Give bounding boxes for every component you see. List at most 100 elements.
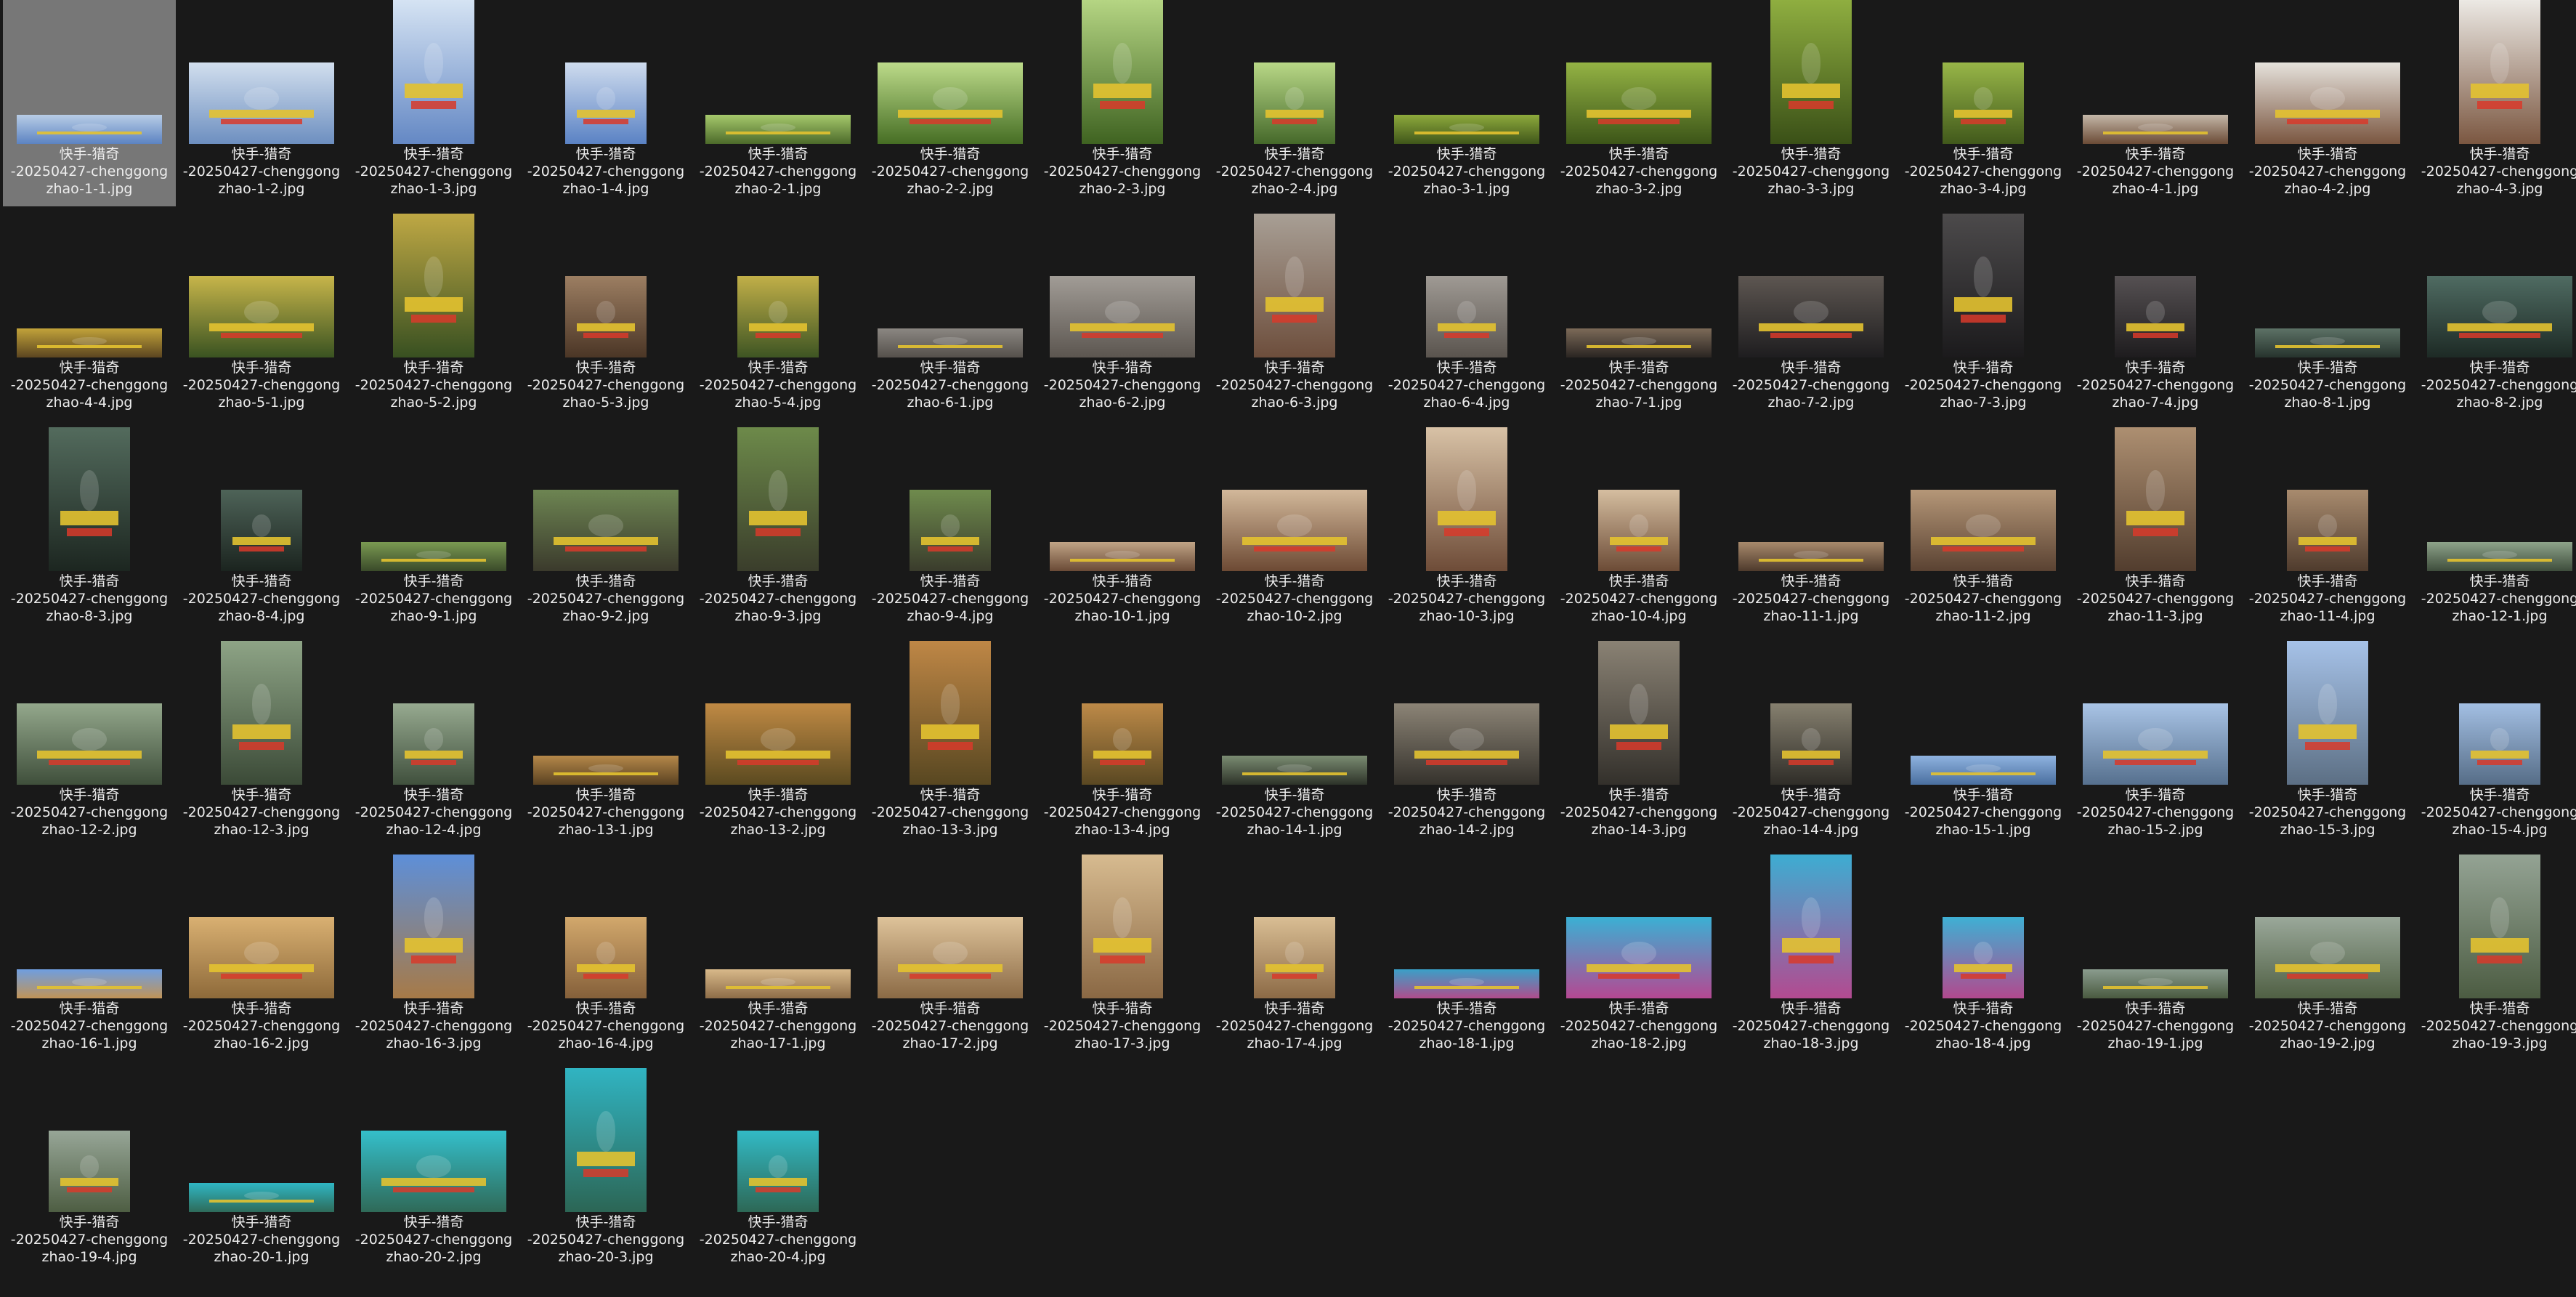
file-item[interactable]: 快手-猎奇 -20250427-chenggong zhao-19-1.jpg [2069,854,2242,1061]
file-item[interactable]: 快手-猎奇 -20250427-chenggong zhao-4-4.jpg [3,214,176,420]
file-item[interactable]: 快手-猎奇 -20250427-chenggong zhao-20-3.jpg [519,1068,692,1274]
file-item[interactable]: 快手-猎奇 -20250427-chenggong zhao-11-2.jpg [1897,427,2070,634]
thumbnail-subject [1973,86,1993,110]
file-item[interactable]: 快手-猎奇 -20250427-chenggong zhao-19-4.jpg [3,1068,176,1274]
file-item[interactable]: 快手-猎奇 -20250427-chenggong zhao-6-2.jpg [1036,214,1209,420]
file-item[interactable]: 快手-猎奇 -20250427-chenggong zhao-8-4.jpg [175,427,348,634]
file-item[interactable]: 快手-猎奇 -20250427-chenggong zhao-7-1.jpg [1552,214,1725,420]
file-item[interactable]: 快手-猎奇 -20250427-chenggong zhao-14-3.jpg [1552,641,1725,847]
file-item[interactable]: 快手-猎奇 -20250427-chenggong zhao-3-1.jpg [1380,0,1553,206]
file-item[interactable]: 快手-猎奇 -20250427-chenggong zhao-13-4.jpg [1036,641,1209,847]
file-item[interactable]: 快手-猎奇 -20250427-chenggong zhao-10-1.jpg [1036,427,1209,634]
file-item[interactable]: 快手-猎奇 -20250427-chenggong zhao-2-3.jpg [1036,0,1209,206]
file-item[interactable]: 快手-猎奇 -20250427-chenggong zhao-11-1.jpg [1725,427,1897,634]
file-name: 快手-猎奇 -20250427-chenggong zhao-2-1.jpg [692,145,864,198]
file-item[interactable]: 快手-猎奇 -20250427-chenggong zhao-13-1.jpg [519,641,692,847]
file-item[interactable]: 快手-猎奇 -20250427-chenggong zhao-10-3.jpg [1380,427,1553,634]
file-item[interactable]: 快手-猎奇 -20250427-chenggong zhao-12-2.jpg [3,641,176,847]
file-item[interactable]: 快手-猎奇 -20250427-chenggong zhao-2-1.jpg [692,0,864,206]
file-item[interactable]: 快手-猎奇 -20250427-chenggong zhao-14-2.jpg [1380,641,1553,847]
file-item[interactable]: 快手-猎奇 -20250427-chenggong zhao-15-3.jpg [2241,641,2414,847]
thumbnail-caption-bar-secondary [410,314,457,323]
file-item[interactable]: 快手-猎奇 -20250427-chenggong zhao-9-4.jpg [864,427,1037,634]
file-item[interactable]: 快手-猎奇 -20250427-chenggong zhao-9-3.jpg [692,427,864,634]
file-item[interactable]: 快手-猎奇 -20250427-chenggong zhao-3-4.jpg [1897,0,2070,206]
file-item[interactable]: 快手-猎奇 -20250427-chenggong zhao-9-1.jpg [347,427,520,634]
file-item[interactable]: 快手-猎奇 -20250427-chenggong zhao-7-3.jpg [1897,214,2070,420]
image-thumbnail [2255,328,2400,357]
file-name-line-2: -20250427-chenggong [1215,377,1374,393]
file-item[interactable]: 快手-猎奇 -20250427-chenggong zhao-7-2.jpg [1725,214,1897,420]
file-item[interactable]: 快手-猎奇 -20250427-chenggong zhao-9-2.jpg [519,427,692,634]
file-item[interactable]: 快手-猎奇 -20250427-chenggong zhao-19-3.jpg [2413,854,2576,1061]
thumbnail-caption-bar [748,323,808,332]
file-item[interactable]: 快手-猎奇 -20250427-chenggong zhao-18-2.jpg [1552,854,1725,1061]
file-item[interactable]: 快手-猎奇 -20250427-chenggong zhao-18-4.jpg [1897,854,2070,1061]
file-item[interactable]: 快手-猎奇 -20250427-chenggong zhao-12-3.jpg [175,641,348,847]
file-item[interactable]: 快手-猎奇 -20250427-chenggong zhao-5-1.jpg [175,214,348,420]
file-item[interactable]: 快手-猎奇 -20250427-chenggong zhao-5-3.jpg [519,214,692,420]
file-item[interactable]: 快手-猎奇 -20250427-chenggong zhao-16-1.jpg [3,854,176,1061]
file-item[interactable]: 快手-猎奇 -20250427-chenggong zhao-17-1.jpg [692,854,864,1061]
file-item[interactable]: 快手-猎奇 -20250427-chenggong zhao-1-3.jpg [347,0,520,206]
image-thumbnail [565,276,647,357]
file-item[interactable]: 快手-猎奇 -20250427-chenggong zhao-6-3.jpg [1208,214,1381,420]
file-name-line-1: 快手-猎奇 [59,787,120,803]
file-item[interactable]: 快手-猎奇 -20250427-chenggong zhao-16-3.jpg [347,854,520,1061]
file-name: 快手-猎奇 -20250427-chenggong zhao-9-2.jpg [519,573,692,625]
file-name-line-3: zhao-4-4.jpg [46,395,133,411]
file-item[interactable]: 快手-猎奇 -20250427-chenggong zhao-10-4.jpg [1552,427,1725,634]
image-thumbnail [737,1131,819,1212]
file-item[interactable]: 快手-猎奇 -20250427-chenggong zhao-16-4.jpg [519,854,692,1061]
file-item[interactable]: 快手-猎奇 -20250427-chenggong zhao-12-1.jpg [2413,427,2576,634]
file-name-line-2: -20250427-chenggong [2248,1018,2407,1034]
file-item[interactable]: 快手-猎奇 -20250427-chenggong zhao-3-3.jpg [1725,0,1897,206]
image-thumbnail [2459,0,2540,144]
file-item[interactable]: 快手-猎奇 -20250427-chenggong zhao-2-2.jpg [864,0,1037,206]
file-item[interactable]: 快手-猎奇 -20250427-chenggong zhao-1-4.jpg [519,0,692,206]
image-thumbnail [2083,969,2228,998]
file-item[interactable]: 快手-猎奇 -20250427-chenggong zhao-15-1.jpg [1897,641,2070,847]
file-item[interactable]: 快手-猎奇 -20250427-chenggong zhao-8-1.jpg [2241,214,2414,420]
file-item[interactable]: 快手-猎奇 -20250427-chenggong zhao-5-2.jpg [347,214,520,420]
file-item[interactable]: 快手-猎奇 -20250427-chenggong zhao-15-2.jpg [2069,641,2242,847]
file-item[interactable]: 快手-猎奇 -20250427-chenggong zhao-4-3.jpg [2413,0,2576,206]
file-item[interactable]: 快手-猎奇 -20250427-chenggong zhao-15-4.jpg [2413,641,2576,847]
file-item[interactable]: 快手-猎奇 -20250427-chenggong zhao-6-1.jpg [864,214,1037,420]
file-item[interactable]: 快手-猎奇 -20250427-chenggong zhao-19-2.jpg [2241,854,2414,1061]
file-item[interactable]: 快手-猎奇 -20250427-chenggong zhao-8-3.jpg [3,427,176,634]
file-item[interactable]: 快手-猎奇 -20250427-chenggong zhao-17-3.jpg [1036,854,1209,1061]
file-item[interactable]: 快手-猎奇 -20250427-chenggong zhao-1-2.jpg [175,0,348,206]
file-item[interactable]: 快手-猎奇 -20250427-chenggong zhao-14-4.jpg [1725,641,1897,847]
file-item[interactable]: 快手-猎奇 -20250427-chenggong zhao-18-3.jpg [1725,854,1897,1061]
image-thumbnail [878,62,1023,144]
file-item[interactable]: 快手-猎奇 -20250427-chenggong zhao-3-2.jpg [1552,0,1725,206]
file-item[interactable]: 快手-猎奇 -20250427-chenggong zhao-7-4.jpg [2069,214,2242,420]
file-item[interactable]: 快手-猎奇 -20250427-chenggong zhao-8-2.jpg [2413,214,2576,420]
thumbnail-caption-bar-secondary [1254,546,1335,552]
file-item[interactable]: 快手-猎奇 -20250427-chenggong zhao-20-2.jpg [347,1068,520,1274]
file-item[interactable]: 快手-猎奇 -20250427-chenggong zhao-14-1.jpg [1208,641,1381,847]
file-item[interactable]: 快手-猎奇 -20250427-chenggong zhao-18-1.jpg [1380,854,1553,1061]
file-item[interactable]: 快手-猎奇 -20250427-chenggong zhao-10-2.jpg [1208,427,1381,634]
file-item[interactable]: 快手-猎奇 -20250427-chenggong zhao-20-4.jpg [692,1068,864,1274]
file-item[interactable]: 快手-猎奇 -20250427-chenggong zhao-17-2.jpg [864,854,1037,1061]
file-item[interactable]: 快手-猎奇 -20250427-chenggong zhao-17-4.jpg [1208,854,1381,1061]
thumbnail-area [349,1068,519,1212]
file-item[interactable]: 快手-猎奇 -20250427-chenggong zhao-6-4.jpg [1380,214,1553,420]
file-item[interactable]: 快手-猎奇 -20250427-chenggong zhao-20-1.jpg [175,1068,348,1274]
file-item[interactable]: 快手-猎奇 -20250427-chenggong zhao-2-4.jpg [1208,0,1381,206]
file-name-line-3: zhao-4-3.jpg [2456,181,2543,197]
file-item[interactable]: 快手-猎奇 -20250427-chenggong zhao-4-2.jpg [2241,0,2414,206]
file-item[interactable]: 快手-猎奇 -20250427-chenggong zhao-13-3.jpg [864,641,1037,847]
thumbnail-caption-bar-secondary [1770,333,1852,339]
image-thumbnail [1426,427,1507,571]
file-item[interactable]: 快手-猎奇 -20250427-chenggong zhao-5-4.jpg [692,214,864,420]
file-item[interactable]: 快手-猎奇 -20250427-chenggong zhao-4-1.jpg [2069,0,2242,206]
file-item[interactable]: 快手-猎奇 -20250427-chenggong zhao-11-4.jpg [2241,427,2414,634]
file-item[interactable]: 快手-猎奇 -20250427-chenggong zhao-13-2.jpg [692,641,864,847]
file-item[interactable]: 快手-猎奇 -20250427-chenggong zhao-11-3.jpg [2069,427,2242,634]
file-item[interactable]: 快手-猎奇 -20250427-chenggong zhao-16-2.jpg [175,854,348,1061]
file-item[interactable]: 快手-猎奇 -20250427-chenggong zhao-1-1.jpg [3,0,176,206]
file-item[interactable]: 快手-猎奇 -20250427-chenggong zhao-12-4.jpg [347,641,520,847]
